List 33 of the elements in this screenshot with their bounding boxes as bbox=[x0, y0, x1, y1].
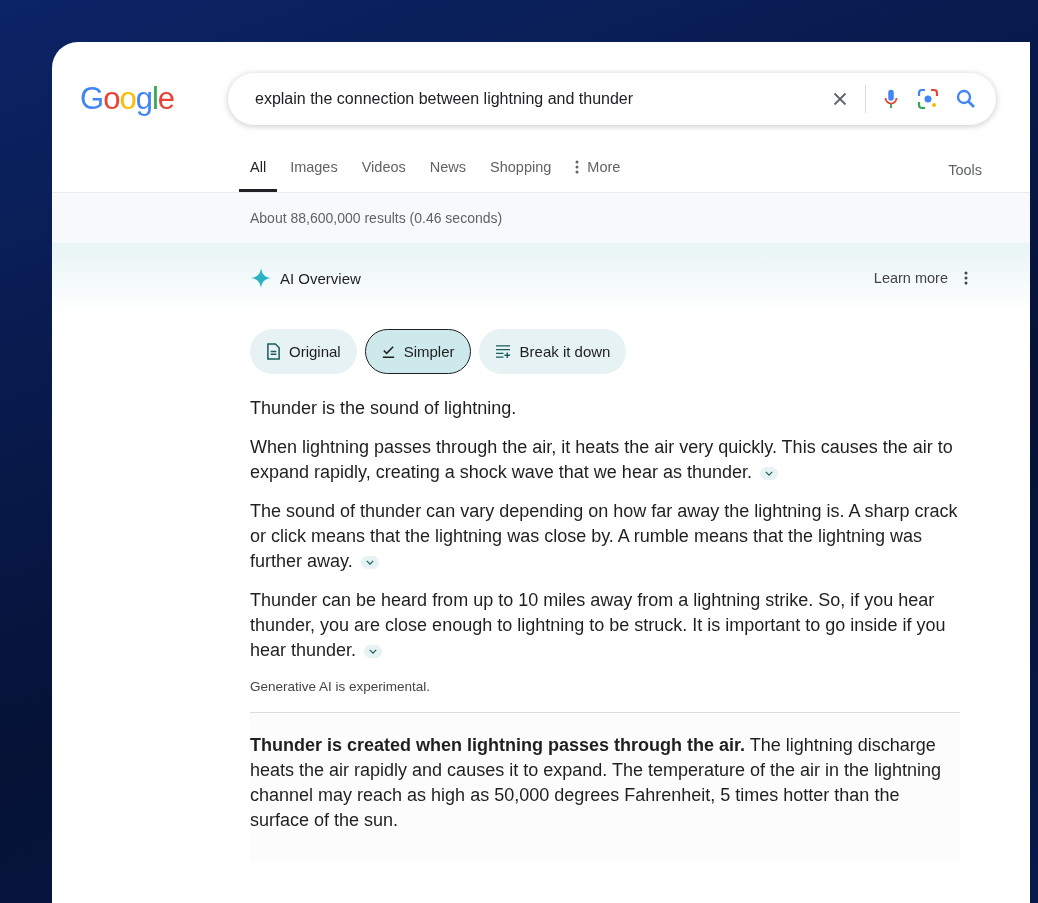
chevron-icon bbox=[369, 648, 378, 654]
disclaimer: Generative AI is experimental. bbox=[250, 679, 432, 694]
more-icon bbox=[575, 160, 580, 174]
overview-paragraph: Thunder can be heard from up to 10 miles away from a lightning strike. So, if you hear thunder, you are close enough to lightning to be struck. It is important to go inside if you hear thunder. bbox=[250, 589, 947, 662]
sparkle-icon bbox=[250, 267, 272, 289]
search-tab[interactable]: News bbox=[429, 149, 467, 192]
search-tab[interactable]: Shopping bbox=[490, 149, 552, 192]
list-icon bbox=[494, 344, 512, 359]
google-logo[interactable]: Google bbox=[80, 81, 228, 117]
ai-overview-title: AI Overview bbox=[280, 269, 361, 287]
expand-button[interactable] bbox=[760, 466, 778, 480]
camera-lens-icon[interactable] bbox=[916, 87, 940, 111]
expand-button[interactable] bbox=[364, 644, 383, 658]
overview-paragraph: When lightning passes through the air, it heats the air very quickly. This causes the air to expand rapidly, creating a shock wave that we hear as thunder. bbox=[250, 436, 954, 484]
overview-paragraph: Thunder is the sound of lightning. bbox=[250, 397, 518, 420]
search-tab[interactable]: More bbox=[575, 149, 621, 192]
expand-button[interactable] bbox=[360, 555, 379, 569]
more-icon[interactable] bbox=[964, 271, 968, 285]
overview-paragraph: The sound of thunder can vary depending on how far away the lightning is. A sharp crack or click means that the lightning was close by. A rumble means that the lightning was further away. bbox=[250, 500, 959, 573]
mode-chip[interactable]: Original bbox=[250, 329, 357, 374]
result-stats: About 88,600,000 results (0.46 seconds) bbox=[250, 210, 503, 226]
tools-link[interactable]: Tools bbox=[948, 162, 982, 192]
search-tab[interactable]: Videos bbox=[361, 149, 406, 192]
search-field[interactable]: explain the connection between lightning and thunder bbox=[228, 73, 996, 125]
search-query: explain the connection between lightning and thunder bbox=[255, 90, 634, 108]
mode-chip[interactable]: Simpler bbox=[364, 329, 471, 374]
learn-more-link[interactable]: Learn more bbox=[873, 270, 948, 286]
document-icon bbox=[266, 343, 281, 360]
search-tab[interactable]: Images bbox=[290, 149, 338, 192]
check-icon bbox=[380, 344, 396, 359]
mode-chip[interactable]: Break it down bbox=[478, 329, 627, 374]
chevron-icon bbox=[365, 559, 374, 565]
chevron-icon bbox=[765, 470, 773, 476]
